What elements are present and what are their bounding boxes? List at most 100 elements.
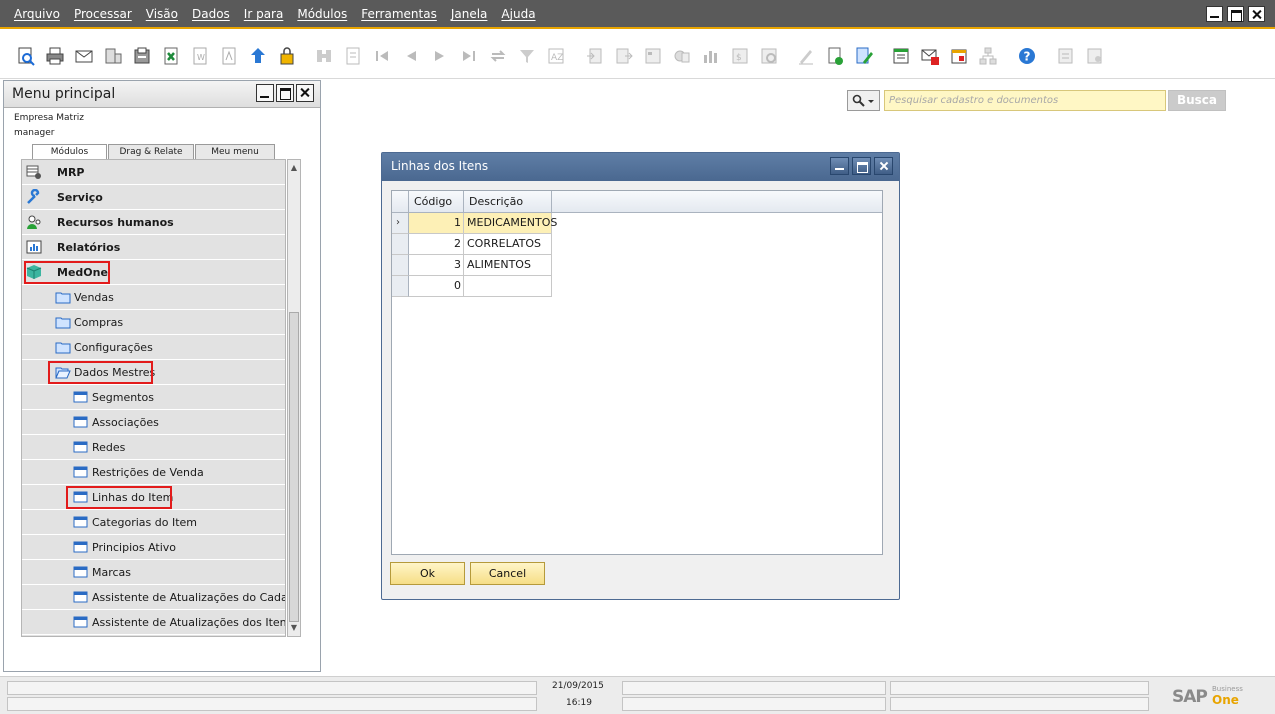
grid-cell-code[interactable]: 2 bbox=[409, 234, 464, 255]
grid-cell-code[interactable]: 3 bbox=[409, 255, 464, 276]
folder-compras[interactable]: Compras bbox=[22, 310, 285, 335]
sms-icon[interactable] bbox=[102, 45, 124, 67]
form-assistente-itens[interactable]: Assistente de Atualizações dos Itens bbox=[22, 610, 285, 635]
form-categorias-do-item[interactable]: Categorias do Item bbox=[22, 510, 285, 535]
find-icon[interactable] bbox=[313, 45, 335, 67]
form-icon bbox=[73, 616, 88, 628]
word-export-icon[interactable]: W bbox=[189, 45, 211, 67]
menu-ir-para[interactable]: Ir para bbox=[244, 7, 284, 21]
scroll-down-icon[interactable]: ▼ bbox=[289, 622, 299, 634]
dialog-titlebar[interactable]: Linhas dos Itens bbox=[382, 153, 899, 181]
form-settings-icon[interactable] bbox=[795, 45, 817, 67]
form-restricoes-de-venda[interactable]: Restrições de Venda bbox=[22, 460, 285, 485]
launch-app-icon[interactable] bbox=[247, 45, 269, 67]
module-tree-scrollbar[interactable]: ▲ ▼ bbox=[287, 159, 301, 637]
search-input[interactable] bbox=[884, 90, 1166, 111]
last-record-icon[interactable] bbox=[458, 45, 480, 67]
dialog-minimize-button[interactable] bbox=[830, 157, 849, 175]
settings-icon[interactable] bbox=[758, 45, 780, 67]
folder-vendas[interactable]: Vendas bbox=[22, 285, 285, 310]
menu-arquivo[interactable]: Arquivo bbox=[14, 7, 60, 21]
menu-janela[interactable]: Janela bbox=[451, 7, 488, 21]
messages-icon[interactable] bbox=[890, 45, 912, 67]
module-servico[interactable]: Serviço bbox=[22, 185, 285, 210]
fax-icon[interactable] bbox=[131, 45, 153, 67]
customize-toolbar-icon[interactable] bbox=[1055, 45, 1077, 67]
first-record-icon[interactable] bbox=[371, 45, 393, 67]
target-document-icon[interactable] bbox=[613, 45, 635, 67]
menu-ajuda[interactable]: Ajuda bbox=[501, 7, 535, 21]
menu-bar: Arquivo Processar Visão Dados Ir para Mó… bbox=[0, 0, 1275, 29]
volume-weight-icon[interactable]: $ bbox=[729, 45, 751, 67]
user-tools-icon[interactable] bbox=[1084, 45, 1106, 67]
column-header-descricao[interactable]: Descrição bbox=[464, 191, 552, 213]
gross-profit-icon[interactable] bbox=[700, 45, 722, 67]
app-restore-button[interactable] bbox=[1227, 6, 1244, 22]
email-icon[interactable] bbox=[73, 45, 95, 67]
menu-dados[interactable]: Dados bbox=[192, 7, 230, 21]
add-icon[interactable] bbox=[342, 45, 364, 67]
folder-configuracoes[interactable]: Configurações bbox=[22, 335, 285, 360]
payment-means-icon[interactable] bbox=[671, 45, 693, 67]
next-record-icon[interactable] bbox=[429, 45, 451, 67]
edit-document-icon[interactable] bbox=[853, 45, 875, 67]
grid-cell-code[interactable]: 0 bbox=[409, 276, 464, 297]
dialog-close-button[interactable] bbox=[874, 157, 893, 175]
grid-cell-description[interactable]: MEDICAMENTOS bbox=[464, 213, 557, 234]
row-selector[interactable] bbox=[392, 234, 409, 255]
column-header-codigo[interactable]: Código bbox=[409, 191, 464, 213]
print-preview-icon[interactable] bbox=[15, 45, 37, 67]
grid-cell-code[interactable]: 1 bbox=[409, 213, 464, 234]
menu-minimize-button[interactable] bbox=[256, 84, 274, 102]
form-assistente-cadastro[interactable]: Assistente de Atualizações do Cadastro bbox=[22, 585, 285, 610]
app-close-button[interactable] bbox=[1248, 6, 1265, 22]
grid-cell-description[interactable]: ALIMENTOS bbox=[464, 255, 552, 276]
print-icon[interactable] bbox=[44, 45, 66, 67]
form-redes[interactable]: Redes bbox=[22, 435, 285, 460]
module-mrp[interactable]: MRP bbox=[22, 160, 285, 185]
row-selector[interactable]: › bbox=[392, 213, 409, 234]
dialog-maximize-button[interactable] bbox=[852, 157, 871, 175]
base-document-icon[interactable] bbox=[584, 45, 606, 67]
menu-maximize-button[interactable] bbox=[276, 84, 294, 102]
module-relatorios[interactable]: Relatórios bbox=[22, 235, 285, 260]
send-message-icon[interactable] bbox=[919, 45, 941, 67]
scroll-up-icon[interactable]: ▲ bbox=[289, 162, 299, 174]
transaction-journal-icon[interactable] bbox=[642, 45, 664, 67]
grid-cell-description[interactable] bbox=[464, 276, 552, 297]
form-associacoes[interactable]: Associações bbox=[22, 410, 285, 435]
refresh-icon[interactable] bbox=[487, 45, 509, 67]
app-minimize-button[interactable] bbox=[1206, 6, 1223, 22]
row-selector[interactable] bbox=[392, 255, 409, 276]
status-field-5 bbox=[890, 681, 1149, 695]
status-bar: 21/09/2015 16:19 SAP Business One bbox=[0, 676, 1275, 714]
search-area: Busca bbox=[322, 80, 1275, 120]
module-recursos-humanos[interactable]: Recursos humanos bbox=[22, 210, 285, 235]
menu-modulos[interactable]: Módulos bbox=[297, 7, 347, 21]
filter-icon[interactable] bbox=[516, 45, 538, 67]
grid-cell-description[interactable]: CORRELATOS bbox=[464, 234, 552, 255]
search-scope-dropdown[interactable] bbox=[847, 90, 880, 111]
document-green-icon[interactable] bbox=[824, 45, 846, 67]
form-marcas[interactable]: Marcas bbox=[22, 560, 285, 585]
menu-ferramentas[interactable]: Ferramentas bbox=[361, 7, 437, 21]
pdf-export-icon[interactable] bbox=[218, 45, 240, 67]
organization-icon[interactable] bbox=[977, 45, 999, 67]
menu-visao[interactable]: Visão bbox=[146, 7, 178, 21]
cancel-button[interactable]: Cancel bbox=[470, 562, 545, 585]
form-segmentos[interactable]: Segmentos bbox=[22, 385, 285, 410]
menu-processar[interactable]: Processar bbox=[74, 7, 132, 21]
menu-close-button[interactable] bbox=[296, 84, 314, 102]
row-selector[interactable] bbox=[392, 276, 409, 297]
ok-button[interactable]: Ok bbox=[390, 562, 465, 585]
sort-icon[interactable]: AZ bbox=[545, 45, 567, 67]
excel-export-icon[interactable] bbox=[160, 45, 182, 67]
previous-record-icon[interactable] bbox=[400, 45, 422, 67]
calendar-icon[interactable] bbox=[948, 45, 970, 67]
lock-screen-icon[interactable] bbox=[276, 45, 298, 67]
folder-label: Compras bbox=[74, 316, 124, 329]
search-button[interactable]: Busca bbox=[1168, 90, 1226, 111]
scroll-thumb[interactable] bbox=[289, 312, 299, 622]
help-icon[interactable]: ? bbox=[1016, 45, 1038, 67]
form-principios-ativo[interactable]: Principios Ativo bbox=[22, 535, 285, 560]
